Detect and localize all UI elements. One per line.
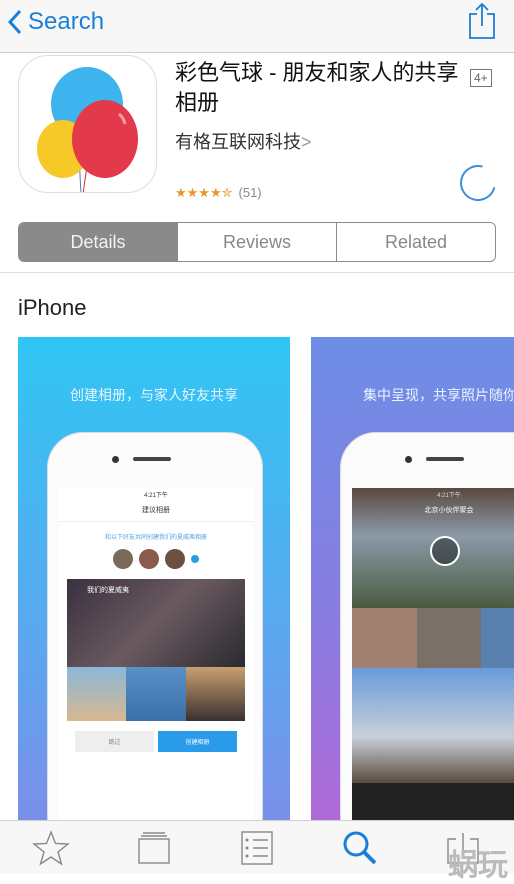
phone-mockup: 4:21下午 北京小伙伴聚会 bbox=[340, 432, 514, 820]
top-charts-icon bbox=[241, 830, 273, 865]
tab-reviews[interactable]: Reviews bbox=[177, 223, 336, 261]
rating: ★★★★✮ (51) bbox=[175, 185, 262, 201]
tab-top-charts[interactable] bbox=[227, 830, 287, 865]
chevron-right-icon: > bbox=[301, 132, 312, 152]
invite-text: 和以下好友共同创建我们的夏威夷相册 bbox=[104, 535, 207, 541]
tab-details[interactable]: Details bbox=[19, 223, 177, 261]
platform-heading: iPhone bbox=[18, 295, 87, 320]
age-rating-badge: 4+ bbox=[470, 69, 492, 87]
tab-search[interactable] bbox=[330, 830, 390, 866]
screen-title: 建议相册 bbox=[59, 499, 253, 522]
app-title: 彩色气球 - 朋友和家人的共享相册 bbox=[175, 60, 459, 115]
phone-mockup: 4:21下午 建议相册 和以下好友共同创建我们的夏威夷相册 我们的夏威夷 跳过 … bbox=[47, 432, 263, 820]
divider bbox=[0, 272, 514, 273]
screenshot-caption: 集中呈现，共享照片随你 bbox=[363, 387, 514, 403]
skip-button: 跳过 bbox=[75, 731, 154, 752]
chevron-left-icon bbox=[8, 9, 22, 35]
status-time: 4:21下午 bbox=[144, 493, 168, 499]
play-icon bbox=[430, 536, 460, 566]
share-icon[interactable] bbox=[468, 2, 496, 40]
tab-related[interactable]: Related bbox=[336, 223, 495, 261]
watermark: 蜗玩 bbox=[448, 849, 508, 882]
screenshot-1[interactable]: 创建相册，与家人好友共享 4:21下午 建议相册 和以下好友共同创建我们的夏威夷… bbox=[18, 337, 290, 820]
screen-title: 北京小伙伴聚会 bbox=[424, 507, 474, 514]
tab-categories[interactable] bbox=[124, 831, 184, 865]
categories-icon bbox=[138, 831, 170, 864]
rating-stars: ★★★★✮ bbox=[175, 185, 233, 200]
star-icon bbox=[32, 829, 71, 866]
developer-name: 有格互联网科技 bbox=[175, 132, 301, 152]
phone-screen: 4:21下午 建议相册 和以下好友共同创建我们的夏威夷相册 我们的夏威夷 跳过 … bbox=[59, 488, 253, 820]
screenshot-caption: 创建相册，与家人好友共享 bbox=[70, 387, 238, 403]
back-button[interactable]: Search bbox=[8, 8, 104, 36]
tab-bar bbox=[0, 820, 514, 874]
tab-featured[interactable] bbox=[21, 829, 81, 866]
rating-count: (51) bbox=[238, 185, 262, 200]
segmented-control: Details Reviews Related bbox=[18, 222, 496, 262]
developer-link[interactable]: 有格互联网科技> bbox=[175, 128, 312, 154]
create-album-button: 创建相册 bbox=[158, 731, 237, 752]
download-progress-spinner[interactable] bbox=[453, 158, 503, 208]
app-icon bbox=[18, 55, 157, 193]
search-icon bbox=[343, 831, 377, 864]
back-label: Search bbox=[28, 8, 105, 35]
screenshot-2[interactable]: 集中呈现，共享照片随你 4:21下午 北京小伙伴聚会 bbox=[311, 337, 514, 820]
phone-screen: 4:21下午 北京小伙伴聚会 bbox=[352, 488, 514, 820]
navigation-bar: Search bbox=[0, 0, 514, 53]
album-title: 我们的夏威夷 bbox=[87, 587, 129, 594]
status-time: 4:21下午 bbox=[437, 493, 461, 499]
